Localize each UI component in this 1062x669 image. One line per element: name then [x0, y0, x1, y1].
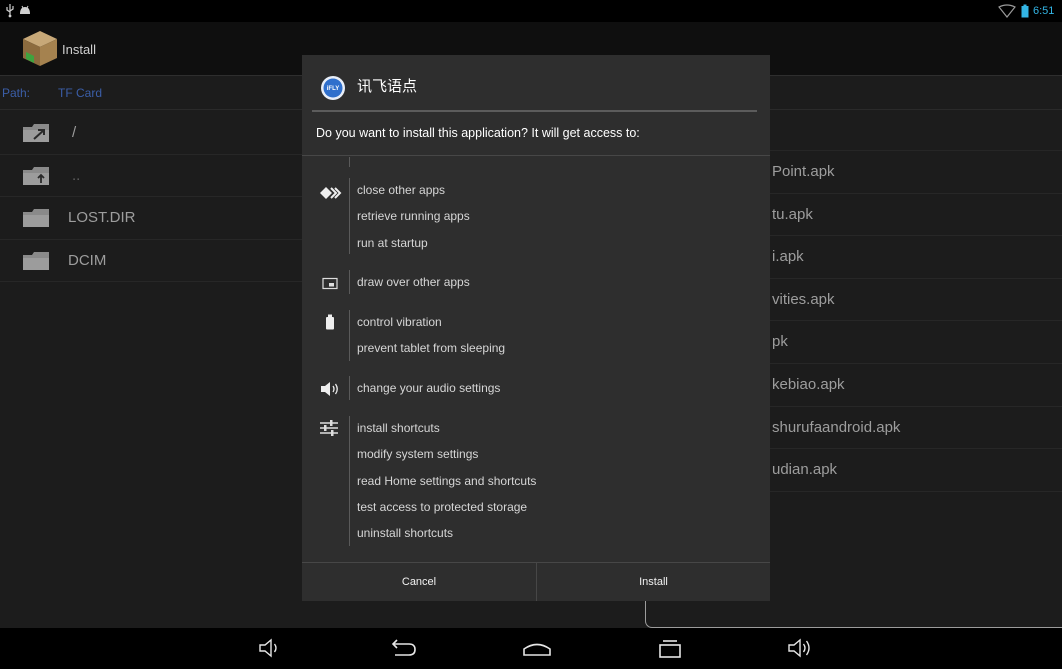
- permission-item[interactable]: uninstall shortcuts: [357, 520, 536, 546]
- file-label: i.apk: [772, 248, 804, 266]
- folder-up-icon: [22, 165, 50, 187]
- navigation-bar: [0, 628, 1062, 669]
- ifly-app-icon: iFLY: [320, 75, 346, 101]
- volume-up-icon[interactable]: [786, 638, 814, 658]
- permission-item[interactable]: control vibration: [357, 309, 505, 335]
- permission-item[interactable]: close other apps: [357, 177, 470, 203]
- dialog-title: 讯飞语点: [357, 78, 418, 95]
- ifly-logo-text: iFLY: [327, 86, 339, 92]
- permission-item[interactable]: prevent tablet from sleeping: [357, 335, 505, 361]
- file-label: kebiao.apk: [772, 375, 845, 393]
- battery-icon: [1021, 4, 1029, 18]
- folder-label: DCIM: [68, 251, 107, 269]
- permission-group-window: draw over other apps: [302, 269, 770, 295]
- permission-separator: [349, 416, 350, 546]
- permission-item[interactable]: run at startup: [357, 230, 470, 256]
- permission-item[interactable]: modify system settings: [357, 441, 536, 467]
- file-label: udian.apk: [772, 461, 838, 479]
- permission-group-app-info: close other apps retrieve running apps r…: [302, 177, 770, 256]
- recents-icon[interactable]: [657, 639, 683, 658]
- permission-item[interactable]: change your audio settings: [357, 375, 500, 401]
- permission-group-settings: install shortcuts modify system settings…: [302, 415, 770, 547]
- install-button[interactable]: Install: [537, 563, 770, 601]
- file-label: tu.apk: [772, 205, 813, 223]
- permission-separator: [349, 157, 350, 167]
- folder-icon: [22, 250, 50, 272]
- permission-separator: [349, 178, 350, 254]
- file-label: shurufaandroid.apk: [772, 418, 901, 436]
- permission-separator: [349, 376, 350, 400]
- folder-label: /: [72, 124, 77, 141]
- install-dialog: iFLY 讯飞语点 Do you want to install this ap…: [302, 55, 770, 601]
- battery-icon: [325, 314, 335, 330]
- file-label: Point.apk: [772, 163, 835, 180]
- folder-label: LOST.DIR: [68, 209, 136, 227]
- permission-group-power: control vibration prevent tablet from sl…: [302, 309, 770, 362]
- folder-root-icon: [22, 122, 50, 144]
- back-icon[interactable]: [389, 639, 419, 658]
- status-time: 6:51: [1033, 5, 1055, 17]
- wifi-icon: [998, 4, 1016, 18]
- folder-icon: [22, 207, 50, 229]
- path-value: TF Card: [58, 86, 103, 100]
- permission-item[interactable]: test access to protected storage: [357, 494, 536, 520]
- speaker-icon: [320, 381, 340, 397]
- permission-separator: [349, 270, 350, 294]
- permission-item[interactable]: retrieve running apps: [357, 203, 470, 229]
- dialog-message-divider: [302, 155, 770, 156]
- folder-label: ..: [72, 166, 81, 184]
- volume-down-icon[interactable]: [257, 638, 283, 658]
- home-icon[interactable]: [522, 639, 552, 657]
- app-info-icon: [319, 185, 343, 201]
- dialog-title-divider: [312, 110, 757, 112]
- permission-item[interactable]: read Home settings and shortcuts: [357, 468, 536, 494]
- path-label: Path:: [2, 86, 31, 100]
- sliders-icon: [319, 419, 339, 437]
- usb-icon: [5, 3, 15, 18]
- dialog-message: Do you want to install this application?…: [316, 126, 640, 140]
- window-icon: [322, 277, 338, 290]
- permission-group-audio: change your audio settings: [302, 375, 770, 401]
- cancel-button[interactable]: Cancel: [302, 563, 536, 601]
- file-label: pk: [772, 333, 788, 351]
- file-label: vities.apk: [772, 290, 835, 308]
- app-title: Install: [62, 42, 96, 57]
- installer-app-icon: [20, 27, 60, 69]
- permission-item[interactable]: install shortcuts: [357, 415, 536, 441]
- status-bar: 6:51: [0, 0, 1062, 22]
- permission-item[interactable]: draw over other apps: [357, 269, 470, 295]
- android-debug-icon: [19, 5, 31, 15]
- permission-separator: [349, 310, 350, 361]
